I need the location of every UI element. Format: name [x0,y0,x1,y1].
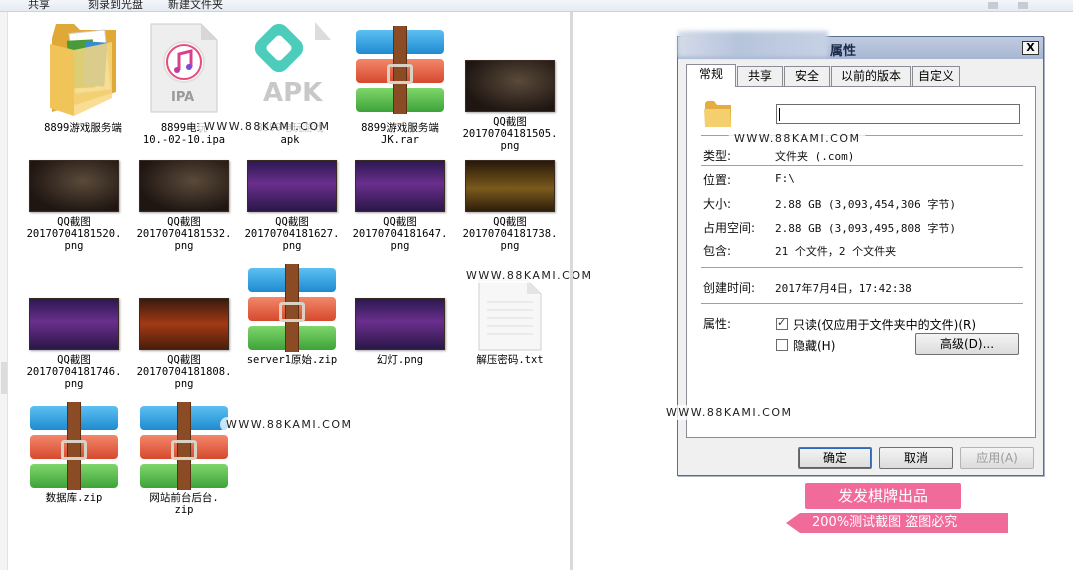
image-thumbnail [355,160,445,212]
location-value: F:\ [775,172,795,185]
file-item[interactable]: QQ截图 20170704181532. png [132,152,236,280]
created-label: 创建时间: [703,281,756,295]
file-item[interactable]: QQ截图 20170704181505. png [458,18,562,152]
type-label: 类型: [703,149,732,163]
location-label: 位置: [703,173,732,187]
hidden-checkbox[interactable] [776,339,788,351]
image-thumbnail [247,160,337,212]
file-name: 解压密码.txt [476,354,544,366]
watermark: WWW.88KAMI.COM [660,405,799,420]
tab-security[interactable]: 安全 [784,66,830,86]
readonly-label: 只读(仅应用于文件夹中的文件)(R) [793,318,977,332]
close-button[interactable]: X [1022,41,1039,55]
file-name: QQ截图 20170704181746. png [26,354,122,390]
divider [701,165,1023,167]
winrar-archive-icon [30,402,118,490]
file-item[interactable]: server1原始.zip [240,264,344,392]
view-options-icon[interactable] [986,0,1000,11]
ipa-label: IPA [171,90,195,105]
file-item[interactable]: 幻灯.png [348,290,452,418]
winrar-archive-icon [248,264,336,352]
size-value: 2.88 GB (3,093,454,306 字节) [775,198,956,211]
file-name: QQ截图 20170704181627. png [244,216,340,252]
readonly-checkbox[interactable] [776,316,788,330]
file-name: 数据库.zip [45,492,103,504]
size-on-disk-value: 2.88 GB (3,093,495,808 字节) [775,222,956,235]
text-file-icon [477,278,543,355]
contains-label: 包含: [703,244,732,258]
attributes-label: 属性: [703,317,732,331]
watermark: WWW.88KAMI.COM [198,119,337,134]
file-item[interactable]: 解压密码.txt [458,272,562,400]
file-item[interactable]: QQ截图 20170704181738. png [458,152,562,280]
file-item[interactable]: 8899游戏服务端 JK.rar [348,18,452,146]
winrar-archive-icon [356,26,444,114]
scrollbar-thumb[interactable] [1,362,7,394]
file-name: QQ截图 20170704181647. png [352,216,448,252]
file-name: 8899游戏服务端 [44,122,122,134]
file-name: 网站前台后台. zip [149,492,219,516]
image-thumbnail [139,298,229,350]
file-item[interactable]: 8899游戏服务端 [31,18,135,146]
image-thumbnail [29,298,119,350]
file-name: QQ截图 20170704181532. png [136,216,232,252]
tab-customize[interactable]: 自定义 [912,66,960,86]
watermark: WWW.88KAMI.COM [460,268,599,283]
cancel-button[interactable]: 取消 [879,447,953,469]
file-item[interactable]: QQ截图 20170704181647. png [348,152,452,280]
file-item[interactable]: 数据库.zip [22,398,126,526]
advanced-button[interactable]: 高级(D)... [915,333,1019,355]
blurred-title-region [678,31,828,57]
toolbar-burn[interactable]: 刻录到光盘 [88,0,143,12]
contains-value: 21 个文件，2 个文件夹 [775,245,897,258]
toolbar-share[interactable]: 共享 [28,0,50,12]
tab-sharing[interactable]: 共享 [737,66,783,86]
explorer-toolbar: 共享 刻录到光盘 新建文件夹 [0,0,1073,12]
folder-name-input[interactable] [776,104,1020,124]
watermark: WWW.88KAMI.COM [728,131,867,146]
winrar-archive-icon [140,402,228,490]
file-name: QQ截图 20170704181505. png [462,116,558,152]
file-name: QQ截图 20170704181520. png [26,216,122,252]
file-name: 8899游戏服务端 JK.rar [361,122,439,146]
tab-general[interactable]: 常规 [686,64,736,87]
apk-label: APK [263,78,323,108]
promo-badge: 发发棋牌出品 [805,483,961,509]
hidden-label: 隐藏(H) [793,339,836,353]
image-thumbnail [465,160,555,212]
file-list-pane[interactable]: 8899游戏服务端 IPA 8899电玩 10.-02-10.ipa APK a… [8,12,599,570]
size-label: 大小: [703,197,732,211]
apk-file-icon: APK [247,20,333,115]
toolbar-new-folder[interactable]: 新建文件夹 [168,0,223,12]
image-thumbnail [465,60,555,112]
watermark: WWW.88KAMI.COM [220,417,359,432]
image-thumbnail [29,160,119,212]
file-name: QQ截图 20170704181808. png [136,354,232,390]
navigation-scrollbar[interactable] [0,12,8,570]
divider [701,267,1023,269]
promo-banner: 200%测试截图 盗图必究 [786,513,1008,533]
folder-icon [703,97,733,132]
file-name: 幻灯.png [376,354,424,366]
size-on-disk-label: 占用空间: [703,221,756,235]
type-value: 文件夹 (.com) [775,150,855,163]
file-name: server1原始.zip [246,354,338,366]
tab-previous-versions[interactable]: 以前的版本 [831,66,911,86]
file-item[interactable]: QQ截图 20170704181520. png [22,152,126,280]
image-thumbnail [355,298,445,350]
file-item[interactable]: 网站前台后台. zip [132,398,236,526]
dialog-titlebar[interactable]: 属性 X [678,31,1043,59]
created-value: 2017年7月4日，17:42:38 [775,282,912,295]
file-name: QQ截图 20170704181738. png [462,216,558,252]
divider [701,303,1023,305]
apply-button[interactable]: 应用(A) [960,447,1034,469]
ipa-file-icon: IPA [149,22,219,117]
folder-icon [46,22,120,119]
image-thumbnail [139,160,229,212]
ok-button[interactable]: 确定 [798,447,872,469]
dialog-title: 属性 [830,44,857,59]
pane-divider[interactable] [570,12,573,570]
preview-pane-icon[interactable] [1016,0,1030,11]
file-item[interactable]: QQ截图 20170704181627. png [240,152,344,280]
